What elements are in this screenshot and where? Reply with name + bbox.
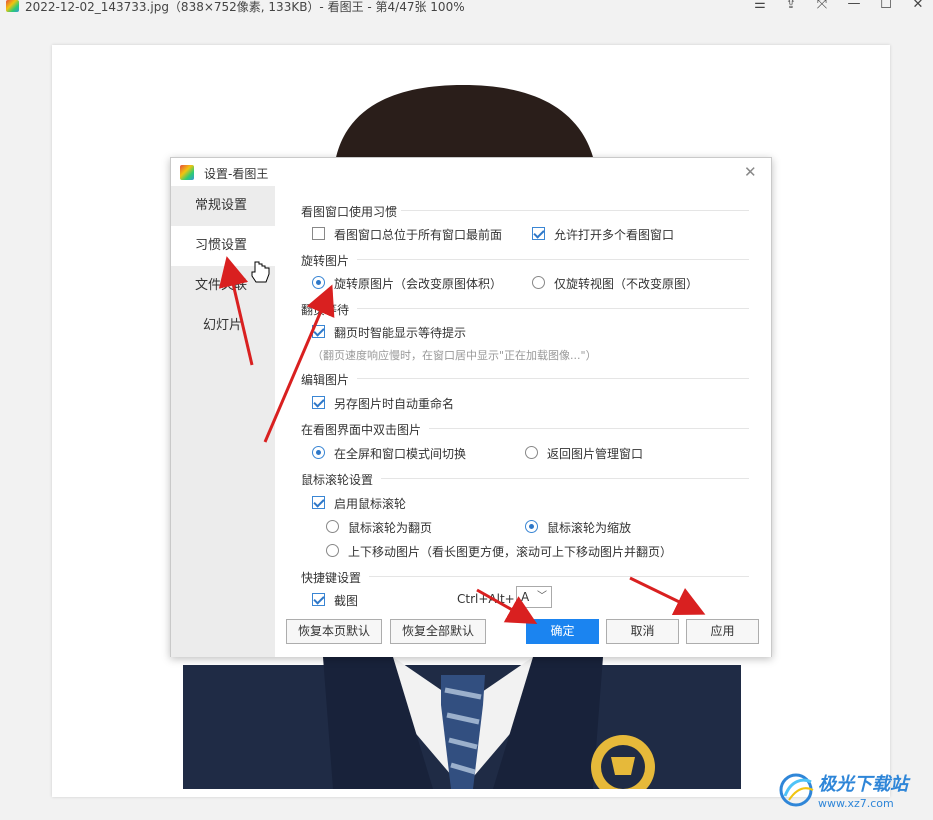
auto-rename-label: 另存图片时自动重命名: [334, 397, 455, 411]
rotate-view-radio[interactable]: [532, 276, 545, 289]
skin-icon[interactable]: ⇪: [781, 0, 801, 13]
dialog-title-bar: 设置-看图王 ✕: [171, 158, 771, 186]
multi-window-label: 允许打开多个看图窗口: [554, 228, 675, 242]
wheel-page-label: 鼠标滚轮为翻页: [348, 521, 433, 535]
page-wait-hint: （翻页速度响应慢时，在窗口居中显示"正在加载图像..."）: [312, 349, 597, 362]
wheel-zoom-label: 鼠标滚轮为缩放: [547, 521, 632, 535]
section-title-shortcut: 快捷键设置: [301, 571, 362, 585]
section-title-double-click: 在看图界面中双击图片: [301, 423, 422, 437]
smart-hint-checkbox[interactable]: [312, 325, 325, 338]
rotate-original-label: 旋转原图片（会改变原图体积）: [334, 277, 503, 291]
back-to-manager-radio[interactable]: [525, 446, 538, 459]
sidebar-item-habits[interactable]: 习惯设置: [171, 226, 275, 266]
wheel-move-label: 上下移动图片（看长图更方便，滚动可上下移动图片并翻页）: [348, 545, 673, 559]
wheel-move-radio[interactable]: [326, 544, 339, 557]
shortcut-key-value: A: [521, 590, 530, 604]
divider: [357, 259, 749, 260]
close-window-icon[interactable]: ✕: [908, 0, 928, 13]
sidebar-item-file-assoc[interactable]: 文件关联: [171, 266, 275, 306]
apply-button[interactable]: 应用: [686, 619, 759, 644]
rotate-original-radio[interactable]: [312, 276, 325, 289]
wheel-zoom-radio[interactable]: [525, 520, 538, 533]
divider: [357, 378, 749, 379]
settings-dialog: 设置-看图王 ✕ 常规设置 习惯设置 文件关联 幻灯片 看图窗口使用习惯 看图窗…: [170, 157, 772, 657]
section-title-rotate: 旋转图片: [301, 254, 350, 268]
title-bar: 2022-12-02_143733.jpg（838×752像素, 133KB）-…: [0, 0, 933, 14]
section-title-page-wait: 翻页等待: [301, 303, 350, 317]
app-logo-icon: [6, 0, 19, 12]
auto-rename-checkbox[interactable]: [312, 396, 325, 409]
multi-window-checkbox[interactable]: [532, 227, 545, 240]
shortcut-combo-label: Ctrl+Alt+: [457, 592, 515, 606]
sidebar-item-slideshow[interactable]: 幻灯片: [171, 306, 275, 346]
menu-icon[interactable]: ☰: [750, 0, 770, 13]
restore-all-defaults-button[interactable]: 恢复全部默认: [390, 619, 486, 644]
app-window: 2022-12-02_143733.jpg（838×752像素, 133KB）-…: [0, 0, 933, 820]
shortcut-key-select[interactable]: A ﹀: [516, 586, 552, 608]
fullscreen-icon[interactable]: ⤧: [812, 0, 832, 13]
watermark-brand: 极光下载站: [818, 774, 908, 795]
smart-hint-label: 翻页时智能显示等待提示: [334, 326, 467, 340]
restore-page-defaults-button[interactable]: 恢复本页默认: [286, 619, 382, 644]
divider: [357, 308, 749, 309]
section-title-edit: 编辑图片: [301, 373, 350, 387]
screenshot-label: 截图: [334, 594, 359, 608]
ok-button[interactable]: 确定: [526, 619, 599, 644]
cancel-button[interactable]: 取消: [606, 619, 679, 644]
settings-sidebar: 常规设置 习惯设置 文件关联 幻灯片: [171, 186, 275, 657]
screenshot-checkbox[interactable]: [312, 593, 325, 606]
divider: [429, 428, 749, 429]
wheel-page-radio[interactable]: [326, 520, 339, 533]
enable-wheel-label: 启用鼠标滚轮: [334, 497, 407, 511]
enable-wheel-checkbox[interactable]: [312, 496, 325, 509]
toggle-fullscreen-radio[interactable]: [312, 446, 325, 459]
chevron-down-icon: ﹀: [537, 591, 547, 602]
rotate-view-label: 仅旋转视图（不改变原图）: [554, 277, 699, 291]
minimize-icon[interactable]: —: [844, 0, 864, 12]
watermark-logo-icon: [779, 773, 814, 807]
maximize-icon[interactable]: ☐: [876, 0, 896, 13]
section-title-wheel: 鼠标滚轮设置: [301, 473, 374, 487]
divider: [401, 210, 749, 211]
back-to-manager-label: 返回图片管理窗口: [547, 447, 644, 461]
section-title-window: 看图窗口使用习惯: [301, 205, 398, 219]
dialog-logo-icon: [180, 165, 194, 180]
settings-content: 看图窗口使用习惯 看图窗口总位于所有窗口最前面 允许打开多个看图窗口 旋转图片 …: [275, 186, 771, 657]
sidebar-item-general[interactable]: 常规设置: [171, 186, 275, 226]
toggle-fullscreen-label: 在全屏和窗口模式间切换: [334, 447, 467, 461]
always-on-top-label: 看图窗口总位于所有窗口最前面: [334, 228, 503, 242]
dialog-title: 设置-看图王: [204, 167, 269, 181]
divider: [369, 576, 749, 577]
watermark-url: www.xz7.com: [818, 797, 894, 810]
window-title: 2022-12-02_143733.jpg（838×752像素, 133KB）-…: [25, 0, 465, 14]
divider: [381, 478, 749, 479]
dialog-close-icon[interactable]: ✕: [744, 163, 757, 181]
always-on-top-checkbox[interactable]: [312, 227, 325, 240]
